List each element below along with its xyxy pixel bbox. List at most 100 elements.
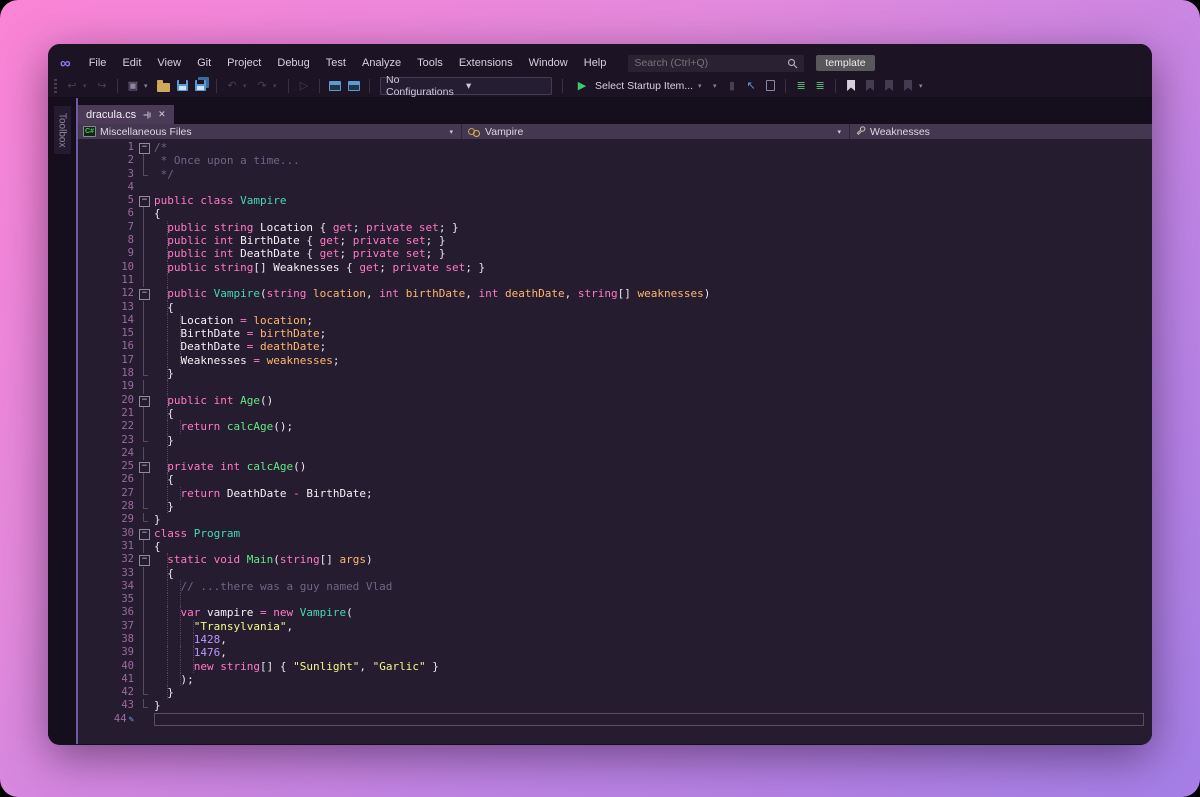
- code-line[interactable]: 8 public int BirthDate { get; private se…: [78, 234, 1152, 247]
- code-text[interactable]: }: [154, 367, 1144, 380]
- menu-item-git[interactable]: Git: [189, 55, 219, 71]
- code-text[interactable]: private int calcAge(): [154, 460, 1144, 473]
- window-layout-button[interactable]: [346, 78, 362, 94]
- code-text[interactable]: public string[] Weaknesses { get; privat…: [154, 261, 1144, 274]
- run-to-cursor-button[interactable]: ↖: [743, 78, 759, 94]
- code-line[interactable]: 3 */: [78, 168, 1152, 181]
- code-text[interactable]: new string[] { "Sunlight", "Garlic" }: [154, 660, 1144, 673]
- code-line[interactable]: 10 public string[] Weaknesses { get; pri…: [78, 261, 1152, 274]
- code-line[interactable]: 4: [78, 181, 1152, 194]
- fold-collapse-icon[interactable]: [134, 527, 154, 540]
- toolbar-grip-handle[interactable]: [54, 79, 57, 93]
- code-line[interactable]: 32 static void Main(string[] args): [78, 553, 1152, 566]
- code-text[interactable]: var vampire = new Vampire(: [154, 606, 1144, 619]
- code-line[interactable]: 33 {: [78, 567, 1152, 580]
- code-text[interactable]: // ...there was a guy named Vlad: [154, 580, 1144, 593]
- close-icon[interactable]: ✕: [158, 109, 166, 120]
- search-input[interactable]: [634, 57, 787, 69]
- breadcrumb-project[interactable]: C# Miscellaneous Files ▾: [78, 124, 462, 139]
- code-line[interactable]: 16 DeathDate = deathDate;: [78, 340, 1152, 353]
- breakpoint-tool-button[interactable]: ▮: [724, 78, 740, 94]
- code-text[interactable]: [154, 380, 1144, 393]
- toolbox-tab[interactable]: Toolbox: [54, 106, 71, 154]
- code-text[interactable]: 1476,: [154, 646, 1144, 659]
- code-line[interactable]: 35: [78, 593, 1152, 606]
- code-line[interactable]: 44✎: [78, 713, 1152, 726]
- code-line[interactable]: 31{: [78, 540, 1152, 553]
- code-line[interactable]: 5public class Vampire: [78, 194, 1152, 207]
- code-line[interactable]: 6{: [78, 207, 1152, 220]
- code-line[interactable]: 21 {: [78, 407, 1152, 420]
- code-text[interactable]: BirthDate = birthDate;: [154, 327, 1144, 340]
- code-text[interactable]: public int BirthDate { get; private set;…: [154, 234, 1144, 247]
- redo-dropdown-icon[interactable]: ▾: [273, 82, 281, 90]
- code-line[interactable]: 28 }: [78, 500, 1152, 513]
- step-into-specific-button[interactable]: ≣: [812, 78, 828, 94]
- code-text[interactable]: {: [154, 301, 1144, 314]
- code-line[interactable]: 22 return calcAge();: [78, 420, 1152, 433]
- code-line[interactable]: 14 Location = location;: [78, 314, 1152, 327]
- toolbar-overflow-icon[interactable]: ▾: [919, 82, 927, 90]
- code-text[interactable]: }: [154, 699, 1144, 712]
- next-bookmark-button[interactable]: [881, 78, 897, 94]
- menu-item-project[interactable]: Project: [219, 55, 269, 71]
- code-line[interactable]: 40 new string[] { "Sunlight", "Garlic" }: [78, 660, 1152, 673]
- code-text[interactable]: }: [154, 513, 1144, 526]
- code-line[interactable]: 17 Weaknesses = weaknesses;: [78, 354, 1152, 367]
- code-text[interactable]: }: [154, 686, 1144, 699]
- current-line[interactable]: [154, 713, 1144, 726]
- start-without-debugging-button[interactable]: ▷: [296, 78, 312, 94]
- code-line[interactable]: 11: [78, 274, 1152, 287]
- code-text[interactable]: {: [154, 207, 1144, 220]
- code-line[interactable]: 13 {: [78, 301, 1152, 314]
- menu-item-analyze[interactable]: Analyze: [354, 55, 409, 71]
- menu-item-help[interactable]: Help: [576, 55, 615, 71]
- code-text[interactable]: */: [154, 168, 1144, 181]
- code-text[interactable]: {: [154, 540, 1144, 553]
- tab-dracula-cs[interactable]: dracula.cs ✕: [78, 105, 174, 124]
- fold-collapse-icon[interactable]: [134, 394, 154, 407]
- menu-item-file[interactable]: File: [81, 55, 115, 71]
- code-text[interactable]: [154, 447, 1144, 460]
- code-text[interactable]: class Program: [154, 527, 1144, 540]
- code-text[interactable]: * Once upon a time...: [154, 154, 1144, 167]
- code-line[interactable]: 23 }: [78, 434, 1152, 447]
- clear-bookmarks-button[interactable]: [900, 78, 916, 94]
- code-text[interactable]: public int Age(): [154, 394, 1144, 407]
- code-line[interactable]: 36 var vampire = new Vampire(: [78, 606, 1152, 619]
- code-line[interactable]: 20 public int Age(): [78, 394, 1152, 407]
- code-text[interactable]: }: [154, 500, 1144, 513]
- live-share-button[interactable]: [327, 78, 343, 94]
- code-line[interactable]: 34 // ...there was a guy named Vlad: [78, 580, 1152, 593]
- code-text[interactable]: return calcAge();: [154, 420, 1144, 433]
- fold-collapse-icon[interactable]: [134, 460, 154, 473]
- code-text[interactable]: public Vampire(string location, int birt…: [154, 287, 1144, 300]
- code-line[interactable]: 24: [78, 447, 1152, 460]
- code-line[interactable]: 39 1476,: [78, 646, 1152, 659]
- code-text[interactable]: {: [154, 567, 1144, 580]
- breadcrumb-member[interactable]: Weaknesses: [850, 124, 1152, 139]
- code-text[interactable]: [154, 274, 1144, 287]
- menu-item-debug[interactable]: Debug: [269, 55, 317, 71]
- previous-bookmark-button[interactable]: [862, 78, 878, 94]
- fold-collapse-icon[interactable]: [134, 141, 154, 154]
- menu-item-test[interactable]: Test: [318, 55, 354, 71]
- code-line[interactable]: 41 );: [78, 673, 1152, 686]
- save-button[interactable]: [174, 78, 190, 94]
- code-line[interactable]: 38 1428,: [78, 633, 1152, 646]
- code-text[interactable]: Location = location;: [154, 314, 1144, 327]
- save-all-button[interactable]: [193, 78, 209, 94]
- new-project-dropdown-icon[interactable]: ▾: [144, 82, 152, 90]
- code-text[interactable]: Weaknesses = weaknesses;: [154, 354, 1144, 367]
- fold-collapse-icon[interactable]: [134, 553, 154, 566]
- code-text[interactable]: );: [154, 673, 1144, 686]
- redo-button[interactable]: ↷: [254, 78, 270, 94]
- code-text[interactable]: static void Main(string[] args): [154, 553, 1144, 566]
- fold-collapse-icon[interactable]: [134, 287, 154, 300]
- code-text[interactable]: public int DeathDate { get; private set;…: [154, 247, 1144, 260]
- code-line[interactable]: 42 }: [78, 686, 1152, 699]
- new-project-button[interactable]: ▣: [125, 78, 141, 94]
- code-line[interactable]: 25 private int calcAge(): [78, 460, 1152, 473]
- start-debugging-button[interactable]: ▶ Select Startup Item... ▾: [574, 78, 706, 94]
- code-line[interactable]: 19: [78, 380, 1152, 393]
